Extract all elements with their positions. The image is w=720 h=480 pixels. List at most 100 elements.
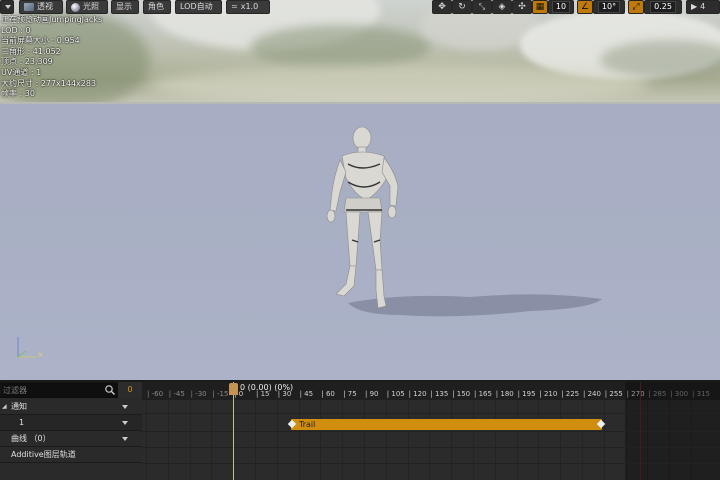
timeline-row-divider xyxy=(142,431,720,432)
lod-auto-button[interactable]: LOD自动 xyxy=(175,0,222,14)
grid-line xyxy=(276,400,278,480)
viewport-menu-button[interactable] xyxy=(0,0,14,14)
grid-line xyxy=(516,400,518,480)
grid-snap-toggle[interactable]: ▦ xyxy=(532,0,548,14)
grid-line xyxy=(473,400,474,480)
scale-icon: ⤡ xyxy=(478,2,486,11)
notify-track-1[interactable]: 1 xyxy=(0,415,142,431)
character-button[interactable]: 角色 xyxy=(143,0,171,14)
move-arrows-icon: ✥ xyxy=(438,2,446,12)
perspective-button[interactable]: 透视 xyxy=(19,0,63,14)
preview-viewport[interactable]: 透视 光照 显示 角色 LOD自动 ≃ x1.0 ✥ ↻ ⤡ ◈ ✣ ▦ 10 … xyxy=(0,0,720,380)
ruler-tick-label: | 90 xyxy=(365,390,379,398)
triangles-text: 三角形 : 41,052 xyxy=(1,46,61,56)
filter-input[interactable] xyxy=(2,383,118,397)
timeline-row-divider xyxy=(142,463,720,464)
camera-icon: ▶ xyxy=(691,2,698,11)
timeline-row-divider xyxy=(142,447,720,448)
approx-size-text: 大约尺寸 : 277x144x283 xyxy=(1,78,97,88)
grid-line xyxy=(494,400,496,480)
rotation-snap-toggle[interactable]: ∠ xyxy=(577,0,593,14)
world-local-button[interactable]: ◈ xyxy=(492,0,512,14)
scale-mode-button[interactable]: ⤡ xyxy=(472,0,492,14)
ruler-tick-label: | -15 xyxy=(212,390,229,398)
screen-size-text: 当前屏幕大小 : 0.954 xyxy=(1,36,80,46)
playhead-line xyxy=(233,382,234,480)
grid-line xyxy=(429,400,431,480)
axis-x-label: x xyxy=(38,350,43,359)
grid-line xyxy=(364,400,365,480)
curves-track-header[interactable]: 曲线 （0） xyxy=(0,431,142,447)
lit-mode-button[interactable]: 光照 xyxy=(66,0,108,14)
ruler-tick-label: | 225 xyxy=(561,390,580,398)
lod-text: LOD : 0 xyxy=(1,25,31,35)
lit-sphere-icon xyxy=(71,2,80,12)
perspective-cube-icon xyxy=(24,3,34,11)
framerate-text: 帧率 : 30 xyxy=(1,89,35,99)
viewport-stats-overlay: 正在预览动画JumpingJacks LOD : 0 当前屏幕大小 : 0.95… xyxy=(1,15,102,100)
mannequin-character[interactable] xyxy=(318,120,418,315)
uv-channels-text: UV通道 : 1 xyxy=(1,67,42,77)
playhead-handle[interactable] xyxy=(229,383,238,395)
chevron-down-icon xyxy=(5,5,11,9)
ruler-tick-label: | 135 xyxy=(430,390,449,398)
grid-icon: ▦ xyxy=(535,2,545,12)
grid-line xyxy=(385,400,387,480)
ruler-tick-label: | -30 xyxy=(190,390,207,398)
scale-snap-toggle[interactable]: ⤢ xyxy=(628,0,644,14)
chevron-down-icon[interactable] xyxy=(122,437,128,441)
scale-snap-value[interactable]: 0.25 xyxy=(644,0,682,14)
ruler-tick-label: | 150 xyxy=(452,390,471,398)
ruler-tick-label: | 165 xyxy=(474,390,492,398)
show-button[interactable]: 显示 xyxy=(111,0,139,14)
rotate-icon: ↻ xyxy=(458,2,466,12)
axis-gizmo: x xyxy=(12,333,48,363)
grid-line xyxy=(320,400,322,480)
ruler-tick-label: | 60 xyxy=(321,390,335,398)
grid-snap-value[interactable]: 10 xyxy=(548,0,574,14)
grid-line xyxy=(342,400,344,480)
grid-line xyxy=(538,400,540,480)
grid-line xyxy=(603,400,605,480)
rotation-snap-value[interactable]: 10° xyxy=(593,0,625,14)
grid-line xyxy=(189,400,191,480)
ruler-tick-label: | 240 xyxy=(583,390,601,398)
end-range-marker[interactable] xyxy=(640,382,641,480)
trail-notify-label: Trail xyxy=(299,420,316,429)
notify-track-header[interactable]: ◢ 通知 xyxy=(0,399,142,415)
grid-line xyxy=(582,400,583,480)
grid-line xyxy=(167,400,169,480)
translate-mode-button[interactable]: ✥ xyxy=(432,0,452,14)
ruler-tick-label: | 255 xyxy=(604,390,623,398)
grid-line xyxy=(146,400,147,480)
additive-layer-track-header[interactable]: Additive图层轨道 xyxy=(0,447,142,463)
ruler-tick-label: | -45 xyxy=(168,390,185,398)
ruler-tick-label: | 120 xyxy=(408,390,427,398)
grid-line xyxy=(298,400,300,480)
preview-animation-text: 正在预览动画JumpingJacks xyxy=(1,15,103,24)
chevron-down-icon[interactable] xyxy=(122,405,128,409)
ruler-tick-label: | 180 xyxy=(495,390,514,398)
timeline-row-divider xyxy=(142,413,720,414)
search-icon[interactable] xyxy=(104,384,116,396)
chevron-down-icon[interactable] xyxy=(122,421,128,425)
grid-line xyxy=(255,400,256,480)
ruler-tick-label: | 75 xyxy=(343,390,357,398)
expand-arrow-icon: ◢ xyxy=(2,403,7,410)
grid-line xyxy=(211,400,213,480)
surface-snap-button[interactable]: ✣ xyxy=(512,0,532,14)
ruler-tick-label: | 195 xyxy=(517,390,536,398)
background-environment xyxy=(0,0,720,110)
cube-icon: ◈ xyxy=(498,2,506,12)
ruler-tick-label: | 45 xyxy=(299,390,314,398)
camera-speed-button[interactable]: ▶ 4 xyxy=(686,0,720,14)
grid-line xyxy=(407,400,409,480)
playhead-label: 0 (0.00) (0%) xyxy=(240,383,294,392)
rotate-mode-button[interactable]: ↻ xyxy=(452,0,472,14)
trail-notify-bar[interactable]: Trail xyxy=(287,419,606,430)
angle-icon: ∠ xyxy=(580,2,590,12)
playback-speed-button[interactable]: ≃ x1.0 xyxy=(226,0,270,14)
scale-snap-icon: ⤢ xyxy=(632,2,640,12)
grid-line xyxy=(451,400,453,480)
ruler-tick-label: | -60 xyxy=(147,390,164,398)
